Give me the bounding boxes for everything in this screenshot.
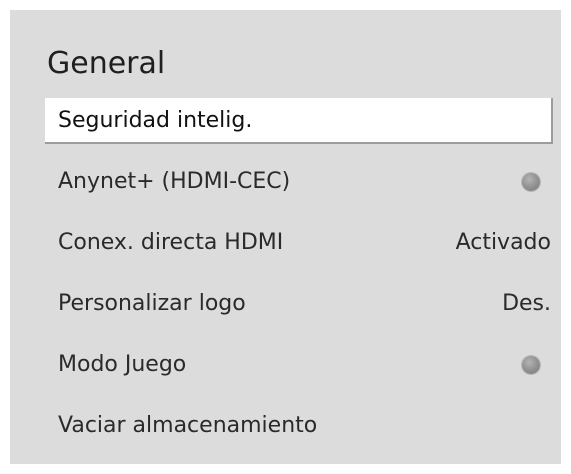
toggle-off-dot-icon[interactable] xyxy=(522,356,540,374)
menu-item-personalizar-logo[interactable]: Personalizar logo Des. xyxy=(45,281,553,327)
general-settings-panel: General Seguridad intelig. Anynet+ (HDMI… xyxy=(10,10,561,464)
menu-item-anynet-hdmi-cec[interactable]: Anynet+ (HDMI-CEC) xyxy=(45,159,553,205)
menu-item-modo-juego[interactable]: Modo Juego xyxy=(45,342,553,388)
menu-item-vaciar-almacenamiento[interactable]: Vaciar almacenamiento xyxy=(45,403,553,449)
menu-item-conex-directa-hdmi[interactable]: Conex. directa HDMI Activado xyxy=(45,220,553,266)
menu-item-label: Seguridad intelig. xyxy=(58,108,253,133)
menu-item-value: Activado xyxy=(455,230,551,255)
menu-item-label: Anynet+ (HDMI-CEC) xyxy=(58,169,291,194)
menu-item-value: Des. xyxy=(502,291,551,316)
menu-item-seguridad-intelig[interactable]: Seguridad intelig. xyxy=(45,98,553,144)
menu-item-label: Conex. directa HDMI xyxy=(58,230,284,255)
toggle-off-dot-icon[interactable] xyxy=(522,173,540,191)
menu-item-label: Modo Juego xyxy=(58,352,187,377)
menu-item-label: Vaciar almacenamiento xyxy=(58,413,318,438)
menu-title: General xyxy=(47,46,166,81)
menu-item-label: Personalizar logo xyxy=(58,291,246,316)
